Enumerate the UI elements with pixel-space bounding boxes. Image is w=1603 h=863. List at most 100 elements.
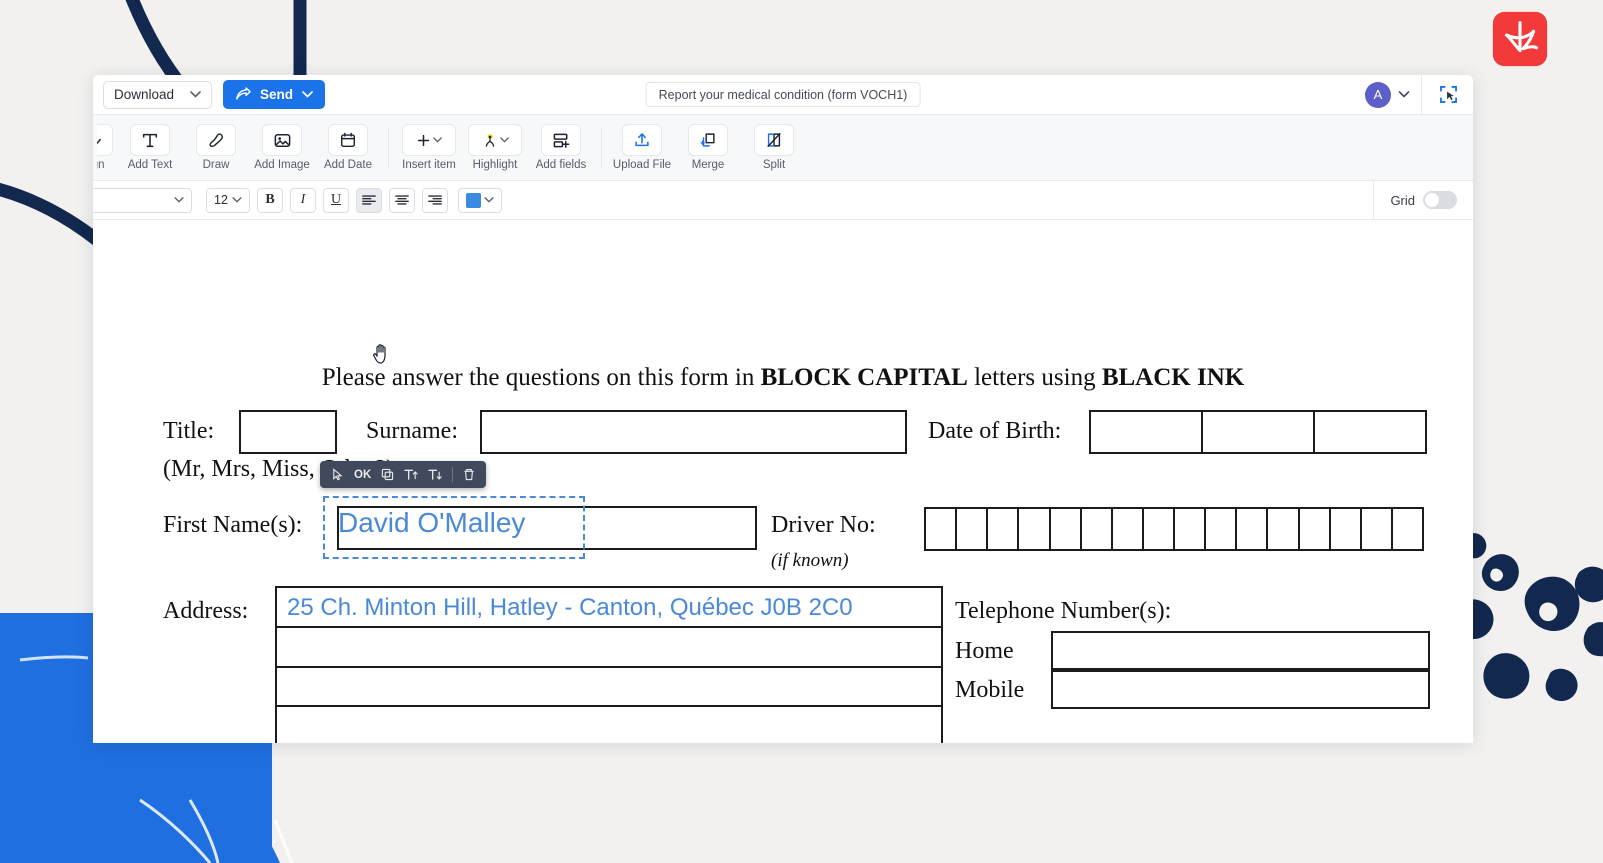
tool-merge[interactable]: Merge [675, 124, 741, 171]
download-label: Download [114, 87, 175, 102]
image-icon [262, 124, 302, 156]
chevron-down-icon [484, 197, 494, 203]
driver-no-cell[interactable] [1206, 509, 1238, 549]
underline-button[interactable]: U [323, 187, 349, 213]
italic-label: I [300, 192, 306, 207]
driver-no-cell[interactable] [1082, 509, 1113, 549]
select-cursor-icon[interactable] [327, 464, 348, 486]
grid-toggle[interactable] [1423, 191, 1457, 209]
mobile-phone-field[interactable] [1051, 670, 1430, 709]
tool-add-text[interactable]: Add Text [117, 124, 183, 171]
pen-draw-icon [196, 124, 236, 156]
driver-no-label: Driver No: [771, 512, 876, 538]
editor-topbar: Download Send Report your medical condit… [93, 75, 1473, 115]
driver-no-cell[interactable] [926, 509, 958, 549]
headline-part2: letters using [967, 364, 1102, 391]
tool-insert-item[interactable]: Insert item [396, 124, 462, 171]
driver-no-cell[interactable] [1144, 509, 1175, 549]
font-size-select[interactable]: 12 [206, 187, 250, 213]
increase-font-size-icon[interactable] [400, 464, 422, 486]
tool-upload-file[interactable]: Upload File [609, 124, 675, 171]
send-button[interactable]: Send [223, 80, 326, 109]
pdf-brand-icon [1489, 8, 1551, 70]
driver-no-cell[interactable] [1393, 509, 1422, 549]
tool-split[interactable]: Split [741, 124, 807, 171]
home-phone-field[interactable] [1051, 631, 1430, 670]
divider [452, 467, 454, 482]
tool-highlight[interactable]: Highlight [462, 124, 528, 171]
address-line-3[interactable] [277, 668, 941, 707]
address-line-4[interactable] [277, 707, 941, 743]
driver-no-cells[interactable] [924, 507, 1424, 551]
decrease-font-size-icon[interactable] [424, 464, 446, 486]
document-title: Report your medical condition (form VOCH… [645, 82, 921, 107]
dob-cell[interactable] [1091, 412, 1203, 452]
address-line-1[interactable]: 25 Ch. Minton Hill, Hatley - Canton, Qué… [277, 588, 941, 628]
dob-label: Date of Birth: [928, 418, 1062, 444]
driver-no-cell[interactable] [1362, 509, 1393, 549]
font-size-value: 12 [214, 193, 228, 207]
driver-no-cell[interactable] [1175, 509, 1207, 549]
font-family-select[interactable] [93, 187, 192, 213]
driver-no-cell[interactable] [988, 509, 1020, 549]
headline-part1: Please answer the questions on this form… [321, 364, 761, 391]
driver-no-cell[interactable] [1300, 509, 1331, 549]
download-button[interactable]: Download [103, 80, 213, 109]
driver-no-cell[interactable] [1268, 509, 1300, 549]
driver-no-cell[interactable] [1237, 509, 1269, 549]
chevron-down-icon[interactable] [1398, 91, 1410, 98]
tool-add-fields[interactable]: Add fields [528, 124, 594, 171]
driver-no-cell[interactable] [957, 509, 989, 549]
chevron-down-icon [499, 137, 509, 143]
address-line-2[interactable] [277, 628, 941, 668]
topbar-right-group: A [1365, 75, 1463, 115]
first-name-value[interactable]: David O'Malley [338, 507, 525, 539]
headline-bold2: BLACK INK [1101, 364, 1245, 391]
avatar[interactable]: A [1365, 81, 1391, 108]
tool-sign[interactable]: Sign [97, 124, 117, 171]
driver-no-cell[interactable] [1051, 509, 1082, 549]
align-left-button[interactable] [356, 187, 382, 213]
first-name-label: First Name(s): [163, 512, 303, 538]
text-color-picker[interactable] [458, 187, 502, 213]
dob-cells[interactable] [1089, 410, 1427, 454]
duplicate-icon[interactable] [377, 464, 398, 486]
ok-button[interactable]: OK [350, 464, 375, 486]
tool-label: Add Date [324, 159, 372, 171]
title-field[interactable] [239, 410, 337, 454]
delete-icon[interactable] [459, 464, 479, 486]
address-value: 25 Ch. Minton Hill, Hatley - Canton, Qué… [287, 593, 853, 621]
tool-add-image[interactable]: Add Image [249, 124, 315, 171]
divider [1421, 75, 1422, 115]
tool-label: Split [762, 159, 786, 171]
mobile-label: Mobile [955, 677, 1025, 703]
dob-cell[interactable] [1203, 412, 1315, 452]
text-t-icon [130, 124, 170, 156]
driver-no-cell[interactable] [1331, 509, 1362, 549]
align-right-button[interactable] [422, 187, 448, 213]
tool-draw[interactable]: Draw [183, 124, 249, 171]
divider [601, 128, 602, 167]
send-label: Send [260, 87, 294, 102]
divider [388, 128, 389, 167]
address-block[interactable]: 25 Ch. Minton Hill, Hatley - Canton, Qué… [275, 586, 943, 743]
bold-button[interactable]: B [257, 187, 283, 213]
tool-add-date[interactable]: Add Date [315, 124, 381, 171]
highlighter-icon [468, 124, 522, 156]
split-icon [754, 124, 794, 156]
driver-no-cell[interactable] [1113, 509, 1144, 549]
italic-button[interactable]: I [290, 187, 316, 213]
dob-cell[interactable] [1315, 412, 1425, 452]
bold-label: B [265, 192, 275, 207]
expand-select-icon[interactable] [1435, 82, 1461, 108]
driver-no-hint: (if known) [771, 550, 849, 571]
floating-text-toolbar[interactable]: OK [320, 461, 487, 488]
surname-field[interactable] [480, 410, 907, 454]
chevron-down-icon [174, 197, 184, 203]
grid-label: Grid [1390, 192, 1415, 208]
document-canvas[interactable]: Please answer the questions on this form… [93, 220, 1473, 743]
tool-label: Add Text [127, 159, 173, 171]
driver-no-cell[interactable] [1019, 509, 1051, 549]
align-center-button[interactable] [389, 187, 415, 213]
telephone-label: Telephone Number(s): [955, 598, 1172, 624]
